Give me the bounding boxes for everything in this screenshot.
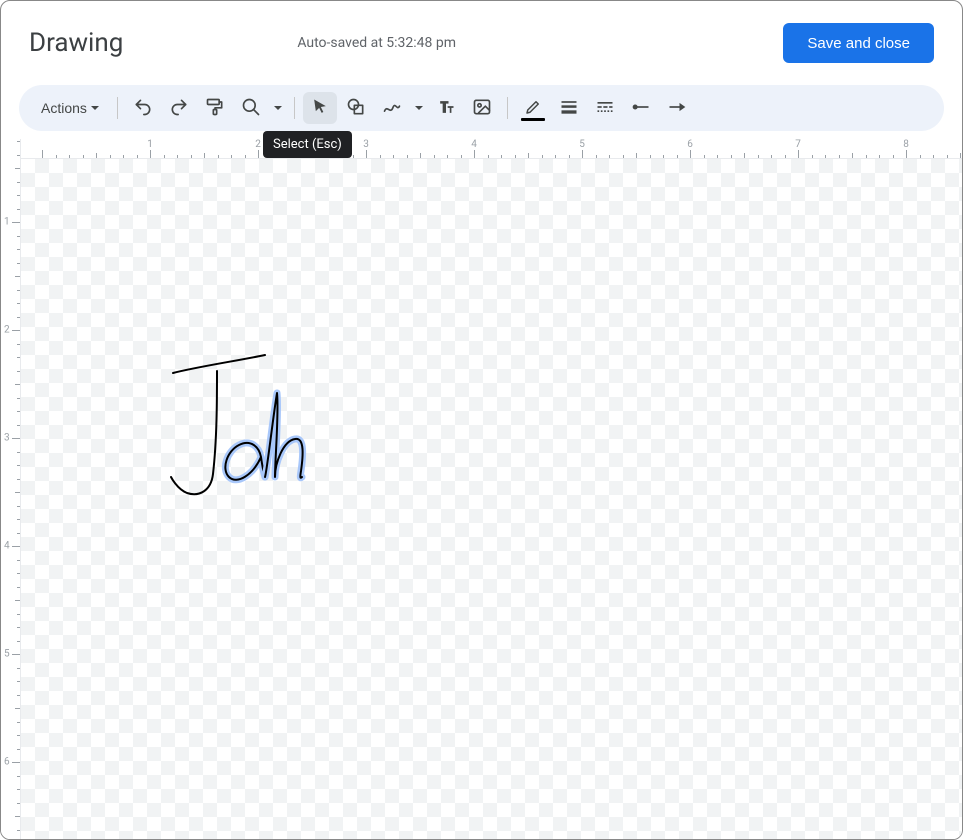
line-dropdown-button[interactable]	[411, 92, 427, 124]
line-end-button[interactable]	[660, 92, 694, 124]
ruler-h-number: 6	[687, 139, 693, 150]
paint-roller-icon	[205, 97, 225, 120]
canvas-area: 1 2 3 4 5 6 7 8 1 2 3 4 5 6	[1, 139, 962, 839]
toolbar-separator	[507, 97, 508, 119]
ink-stroke[interactable]	[171, 371, 217, 494]
ink-stroke[interactable]	[173, 355, 265, 373]
autosave-status: Auto-saved at 5:32:48 pm	[297, 35, 759, 51]
actions-menu-button[interactable]: Actions	[29, 92, 109, 124]
scribble-tool-button[interactable]	[375, 92, 409, 124]
zoom-icon	[241, 97, 261, 120]
select-tool-button[interactable]	[303, 92, 337, 124]
drawing-dialog: Drawing Auto-saved at 5:32:48 pm Save an…	[0, 0, 963, 840]
paint-format-button[interactable]	[198, 92, 232, 124]
line-end-icon	[666, 97, 688, 120]
ruler-h-number: 7	[795, 139, 801, 150]
ruler-h-number: 2	[255, 139, 261, 150]
drawing-canvas[interactable]	[21, 159, 962, 839]
line-start-button[interactable]	[624, 92, 658, 124]
ruler-v-number: 3	[4, 433, 10, 444]
image-icon	[472, 97, 492, 120]
line-weight-button[interactable]	[552, 92, 586, 124]
chevron-down-icon	[274, 106, 282, 110]
redo-icon	[169, 97, 189, 120]
ruler-h-number: 5	[579, 139, 585, 150]
chevron-down-icon	[91, 106, 99, 110]
cursor-icon	[310, 97, 330, 120]
horizontal-ruler[interactable]: 1 2 3 4 5 6 7 8	[1, 139, 962, 159]
ruler-v-number: 1	[4, 217, 10, 228]
vertical-ruler[interactable]: 1 2 3 4 5 6	[1, 139, 21, 839]
dialog-header: Drawing Auto-saved at 5:32:48 pm Save an…	[1, 1, 962, 85]
dialog-title: Drawing	[29, 28, 123, 58]
textbox-tool-button[interactable]	[429, 92, 463, 124]
pencil-icon	[524, 98, 542, 119]
undo-icon	[133, 97, 153, 120]
zoom-dropdown-button[interactable]	[270, 92, 286, 124]
drawing-toolbar: Actions	[19, 85, 944, 131]
line-dash-button[interactable]	[588, 92, 622, 124]
textbox-icon	[436, 97, 456, 120]
image-tool-button[interactable]	[465, 92, 499, 124]
ruler-v-number: 6	[4, 757, 10, 768]
line-color-button[interactable]	[516, 92, 550, 124]
ruler-h-number: 1	[147, 139, 153, 150]
shapes-icon	[346, 97, 366, 120]
actions-label: Actions	[41, 100, 87, 116]
ruler-h-number: 4	[471, 139, 477, 150]
ruler-h-number: 3	[363, 139, 369, 150]
save-and-close-button[interactable]: Save and close	[783, 23, 934, 63]
drawing-strokes[interactable]	[21, 159, 962, 839]
zoom-button[interactable]	[234, 92, 268, 124]
ruler-h-number: 8	[903, 139, 909, 150]
undo-button[interactable]	[126, 92, 160, 124]
toolbar-separator	[294, 97, 295, 119]
ruler-v-number: 5	[4, 649, 10, 660]
redo-button[interactable]	[162, 92, 196, 124]
ruler-v-number: 2	[4, 325, 10, 336]
line-weight-icon	[559, 97, 579, 120]
chevron-down-icon	[415, 106, 423, 110]
shape-tool-button[interactable]	[339, 92, 373, 124]
line-dash-icon	[595, 97, 615, 120]
scribble-icon	[382, 97, 402, 120]
ruler-v-number: 4	[4, 541, 10, 552]
toolbar-separator	[117, 97, 118, 119]
line-start-icon	[630, 97, 652, 120]
